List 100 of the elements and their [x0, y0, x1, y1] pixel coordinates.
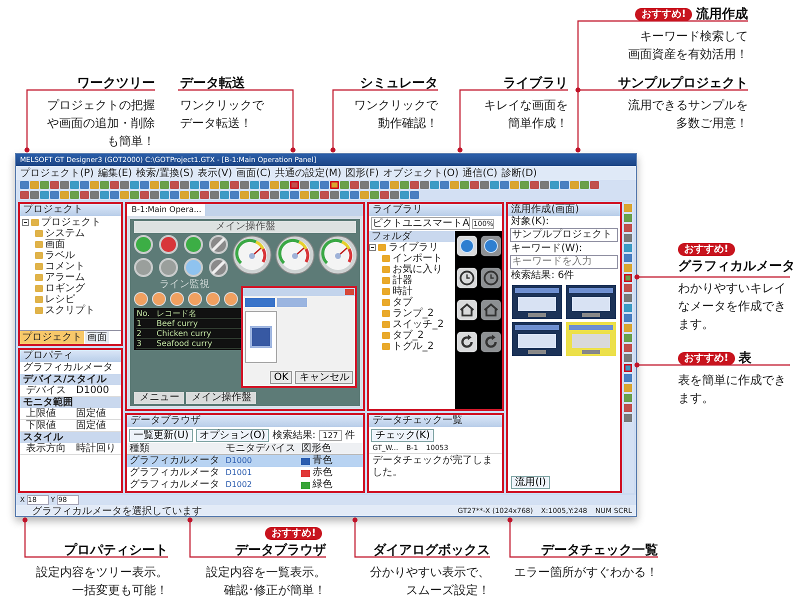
- keyword-field[interactable]: キーワードを入力: [510, 255, 618, 269]
- tree-item[interactable]: ラベル: [45, 250, 75, 261]
- callout-text: ワンクリックで: [353, 97, 438, 114]
- callout-text: 設定内容をツリー表示。: [35, 564, 168, 581]
- menu-item[interactable]: 編集(E): [98, 166, 132, 180]
- tree-item[interactable]: インポート: [392, 253, 442, 264]
- tree-item[interactable]: ランプ_2: [392, 308, 434, 319]
- table-cell[interactable]: グラフィカルメータ: [127, 479, 224, 491]
- tree-item[interactable]: 時計: [392, 286, 412, 297]
- screen-thumbnail[interactable]: [566, 322, 616, 356]
- menu-item[interactable]: プロジェクト(P): [20, 166, 94, 180]
- screen-button[interactable]: メニュー: [134, 392, 184, 404]
- result-label: 検索結果:: [272, 428, 316, 442]
- callout-text: 動作確認！: [377, 115, 438, 132]
- property-section[interactable]: モニタ範囲: [20, 397, 122, 408]
- menu-item[interactable]: 画面(C): [236, 166, 271, 180]
- property-section[interactable]: スタイル: [20, 432, 122, 443]
- dialog-tab[interactable]: [245, 298, 276, 307]
- panel-tab[interactable]: プロジェクト: [20, 331, 84, 344]
- dialog-button[interactable]: OK: [270, 371, 292, 384]
- lamp[interactable]: [134, 258, 154, 277]
- table-cell[interactable]: グラフィカルメータ: [127, 467, 224, 479]
- clock-icon[interactable]: [480, 268, 501, 288]
- tree-item[interactable]: ライブラリ: [388, 242, 438, 253]
- clock-icon[interactable]: [457, 268, 478, 288]
- screen-button[interactable]: メイン操作盤: [186, 392, 256, 404]
- folder-header: フォルダ: [369, 231, 456, 242]
- selector-switch[interactable]: [209, 235, 228, 254]
- property-value[interactable]: 時計回り: [76, 443, 122, 454]
- tree-item[interactable]: コメント: [45, 261, 85, 272]
- option-button[interactable]: オプション(O): [196, 428, 270, 442]
- dialog-button[interactable]: キャンセル: [295, 371, 354, 384]
- screen-thumbnail[interactable]: [512, 285, 562, 319]
- property-value[interactable]: 固定値: [76, 420, 122, 431]
- screen-thumbnail[interactable]: [566, 285, 616, 319]
- screen-thumbnail[interactable]: [512, 322, 562, 356]
- home-icon[interactable]: [457, 300, 478, 320]
- callout-text: プロジェクトの把握: [46, 97, 155, 114]
- tree-item[interactable]: ロギング: [45, 283, 85, 294]
- screen-title: メイン操作盤: [134, 221, 356, 233]
- panel-tab[interactable]: 画面: [85, 331, 109, 344]
- callout-text: 分かりやすい表示で、: [369, 564, 490, 581]
- refresh-button[interactable]: 一覧更新(U): [129, 428, 193, 442]
- close-icon[interactable]: [345, 289, 354, 295]
- callout-text: 多数ご用意！: [675, 115, 748, 132]
- dialog-tab[interactable]: [277, 298, 308, 307]
- menu-item[interactable]: 診断(D): [501, 166, 537, 180]
- table-cell-text: 2: [136, 329, 143, 338]
- reload-icon[interactable]: [457, 332, 478, 352]
- lamp[interactable]: [134, 235, 154, 254]
- menu-item[interactable]: 表示(V): [198, 166, 232, 180]
- use-button[interactable]: 流用(I): [511, 476, 550, 489]
- column-header[interactable]: モニタデバイス: [223, 443, 300, 455]
- property-section[interactable]: デバイス/スタイル: [20, 374, 122, 385]
- reload-icon[interactable]: [480, 332, 501, 352]
- home-icon[interactable]: [480, 300, 501, 320]
- tree-item[interactable]: トグル_2: [392, 341, 434, 352]
- table-header: No.: [136, 309, 151, 318]
- expander-icon[interactable]: [22, 219, 29, 226]
- gauge-drawing: [276, 236, 315, 274]
- menu-item[interactable]: 図形(F): [345, 166, 379, 180]
- tree-item[interactable]: アラーム: [45, 272, 85, 283]
- menu-item[interactable]: 共通の設定(M): [274, 166, 342, 180]
- recommend-badge: おすすめ!: [678, 243, 735, 256]
- tree-item[interactable]: 画面: [45, 239, 65, 250]
- tree-item[interactable]: システム: [45, 228, 85, 239]
- property-label: 上限値: [25, 408, 57, 419]
- lamp[interactable]: [159, 235, 178, 254]
- table-header: レコード名: [156, 309, 196, 318]
- selector-switch[interactable]: [209, 258, 228, 277]
- column-header[interactable]: 図形色: [299, 443, 364, 455]
- callout-text: も簡単！: [106, 133, 155, 150]
- globe-icon[interactable]: [480, 236, 501, 256]
- globe-icon[interactable]: [457, 236, 478, 256]
- property-value[interactable]: D1000: [76, 385, 122, 396]
- tree-item[interactable]: タブ_2: [392, 330, 424, 341]
- screen-tab[interactable]: B-1:Main Opera...: [127, 204, 206, 216]
- tree-item[interactable]: スクリプト: [45, 305, 95, 316]
- tree-item[interactable]: レシピ: [45, 294, 75, 305]
- tree-item[interactable]: プロジェクト: [41, 217, 101, 228]
- table-cell[interactable]: グラフィカルメータ: [127, 455, 224, 467]
- tree-item[interactable]: お気に入り: [392, 264, 442, 275]
- expander-icon[interactable]: [369, 244, 376, 251]
- callout-title: 流用作成: [696, 7, 748, 22]
- tree-item[interactable]: タブ: [392, 297, 412, 308]
- target-dropdown[interactable]: サンプルプロジェクト: [510, 228, 618, 242]
- check-button[interactable]: チェック(K): [371, 428, 434, 442]
- tree-item[interactable]: 計器: [392, 275, 412, 286]
- lamp[interactable]: [184, 235, 204, 254]
- status-message: グラフィカルメータを選択しています: [32, 504, 202, 518]
- lamp[interactable]: [159, 258, 178, 277]
- property-value[interactable]: 固定値: [76, 408, 122, 419]
- category-dropdown[interactable]: ピクトユニスマートA: [371, 217, 470, 230]
- lamp[interactable]: [184, 258, 204, 277]
- column-header[interactable]: 種類: [127, 443, 224, 455]
- menu-item[interactable]: オブジェクト(O): [382, 166, 459, 180]
- tree-item[interactable]: スイッチ_2: [392, 319, 444, 330]
- menu-item[interactable]: 検索/置換(S): [136, 166, 194, 180]
- callout-text: データ転送！: [180, 115, 253, 132]
- menu-item[interactable]: 通信(C): [462, 166, 498, 180]
